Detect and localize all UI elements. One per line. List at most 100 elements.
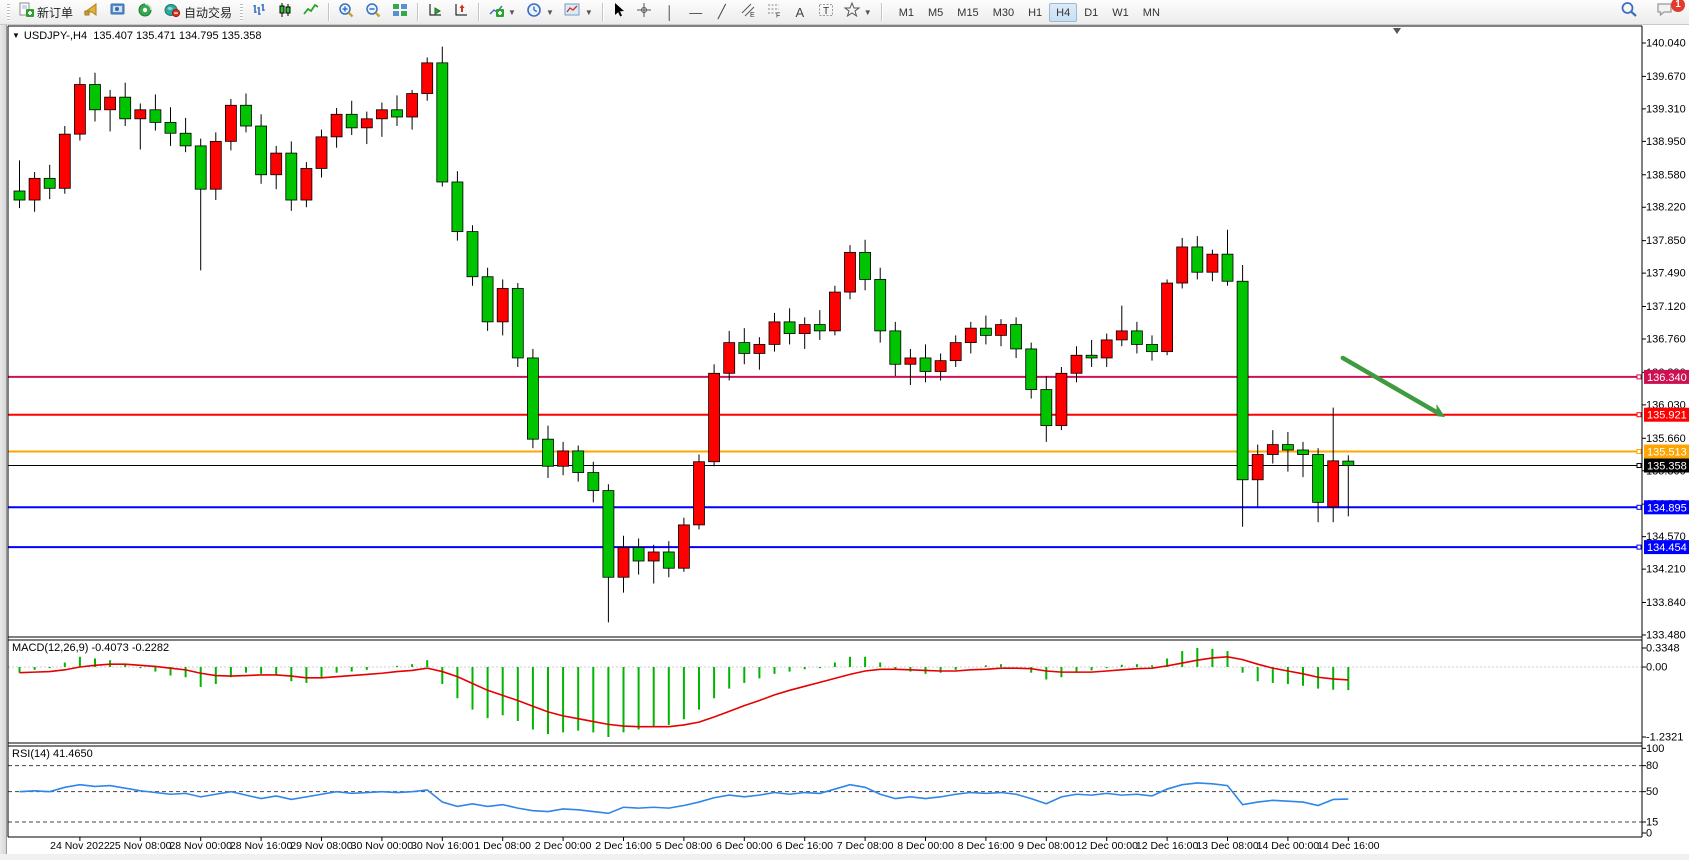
vertical-line-icon: │ — [662, 5, 678, 20]
time-tick-label: 2 Dec 16:00 — [595, 840, 652, 852]
toolbar-grip[interactable] — [240, 4, 243, 21]
text-label-tool-button[interactable]: T — [813, 2, 839, 23]
timeframe-toolbar: M1M5M15M30H1H4D1W1MN — [892, 3, 1167, 22]
candle-body — [965, 328, 976, 342]
current-price-anchor[interactable] — [1637, 464, 1641, 468]
fibonacci-tool-button[interactable]: F — [761, 2, 787, 23]
timeframe-M30[interactable]: M30 — [986, 3, 1021, 22]
candle-body — [29, 178, 40, 200]
candle-body — [1147, 344, 1158, 351]
candle-body — [1222, 254, 1233, 281]
candle-body — [860, 252, 871, 279]
new-order-label: 新订单 — [37, 4, 73, 21]
text-icon: A — [792, 5, 808, 20]
price-tick-label: 134.210 — [1646, 564, 1686, 576]
candle-body — [90, 85, 101, 110]
time-tick-label: 6 Dec 00:00 — [716, 840, 773, 852]
price-tick-label: 137.490 — [1646, 268, 1686, 280]
candle-body — [875, 279, 886, 330]
horizontal-line-tool-button[interactable]: — — [683, 2, 709, 23]
hline-135.921-anchor[interactable] — [1637, 413, 1641, 417]
toolbar-grip[interactable] — [7, 4, 10, 21]
market-watch-button[interactable] — [105, 2, 132, 23]
candle-body — [588, 473, 599, 491]
dropdown-caret-icon: ▼ — [864, 8, 872, 17]
candle-body — [678, 525, 689, 568]
current-price-badge-label: 135.358 — [1647, 461, 1687, 473]
candle-body — [482, 277, 493, 322]
candle-body — [1056, 373, 1067, 425]
search-button[interactable] — [1615, 2, 1643, 23]
cursor-icon — [612, 2, 626, 23]
timeframe-M15[interactable]: M15 — [950, 3, 985, 22]
new-order-button[interactable]: 新订单 — [13, 2, 78, 23]
chat-button[interactable]: 1 — [1651, 2, 1679, 23]
chart-shift-button[interactable] — [448, 2, 474, 23]
chart-canvas[interactable]: 140.040139.670139.310138.950138.580138.2… — [0, 0, 1689, 860]
rsi-tick-label: 0 — [1646, 828, 1652, 840]
tile-windows-button[interactable] — [387, 2, 413, 23]
candle-body — [271, 153, 282, 175]
time-tick-label: 28 Nov 00:00 — [169, 840, 232, 852]
candle-body — [301, 168, 312, 200]
candlestick-chart-button[interactable] — [272, 2, 298, 23]
alerts-button[interactable] — [78, 2, 105, 23]
auto-scroll-icon — [427, 2, 443, 23]
crosshair-tool-button[interactable] — [631, 2, 657, 23]
new-order-icon — [18, 2, 34, 23]
candle-body — [1192, 247, 1203, 272]
price-tick-label: 133.480 — [1646, 630, 1686, 642]
candle-body — [1101, 340, 1112, 358]
zoom-out-button[interactable] — [360, 2, 387, 23]
price-tick-label: 133.840 — [1646, 597, 1686, 609]
price-tick-label: 139.310 — [1646, 103, 1686, 115]
candle-body — [694, 462, 705, 525]
hline-136.340-anchor[interactable] — [1637, 375, 1641, 379]
cursor-tool-button[interactable] — [607, 2, 631, 23]
rsi-indicator-label: RSI(14) 41.4650 — [12, 748, 93, 760]
hline-134.454-anchor[interactable] — [1637, 545, 1641, 549]
hline-135.513-anchor[interactable] — [1637, 450, 1641, 454]
timeframe-H1[interactable]: H1 — [1021, 3, 1049, 22]
zoom-in-icon — [338, 2, 355, 23]
periods-button[interactable]: ▼ — [521, 2, 559, 23]
templates-button[interactable]: ▼ — [559, 2, 598, 23]
auto-scroll-button[interactable] — [422, 2, 448, 23]
timeframe-MN[interactable]: MN — [1136, 3, 1167, 22]
timeframe-D1[interactable]: D1 — [1077, 3, 1105, 22]
timeframe-W1[interactable]: W1 — [1105, 3, 1136, 22]
rsi-tick-label: 100 — [1646, 743, 1664, 755]
candle-body — [1177, 247, 1188, 283]
indicators-button[interactable]: ▼ — [483, 2, 521, 23]
timeframe-M1[interactable]: M1 — [892, 3, 921, 22]
timeframe-M5[interactable]: M5 — [921, 3, 950, 22]
auto-trading-button[interactable]: 自动交易 — [159, 2, 237, 23]
trendline-tool-button[interactable]: ╱ — [709, 2, 735, 23]
arrows-tool-button[interactable]: ▼ — [839, 2, 877, 23]
time-tick-label: 25 Nov 08:00 — [109, 840, 172, 852]
candle-body — [996, 325, 1007, 336]
candle-body — [527, 358, 538, 439]
navigator-button[interactable] — [132, 2, 159, 23]
timeframe-H4[interactable]: H4 — [1049, 3, 1077, 22]
vertical-line-tool-button[interactable]: │ — [657, 2, 683, 23]
candle-body — [784, 322, 795, 334]
trendline-icon: ╱ — [714, 4, 730, 20]
symbol-dropdown-icon[interactable]: ▼ — [12, 31, 20, 40]
auto-trading-icon — [164, 2, 181, 23]
fibonacci-icon: F — [766, 2, 782, 23]
text-tool-button[interactable]: A — [787, 2, 813, 23]
hline-135.513-badge-label: 135.513 — [1647, 447, 1687, 459]
price-tick-label: 136.760 — [1646, 334, 1686, 346]
candle-body — [845, 252, 856, 292]
search-icon — [1620, 1, 1638, 23]
line-chart-button[interactable] — [298, 2, 324, 23]
hline-134.895-anchor[interactable] — [1637, 505, 1641, 509]
bar-chart-button[interactable] — [246, 2, 272, 23]
candle-body — [950, 343, 961, 361]
channel-tool-button[interactable]: E — [735, 2, 761, 23]
chat-notification-badge: 1 — [1671, 0, 1685, 12]
candle-body — [331, 114, 342, 137]
zoom-in-button[interactable] — [333, 2, 360, 23]
candle-body — [1207, 254, 1218, 272]
